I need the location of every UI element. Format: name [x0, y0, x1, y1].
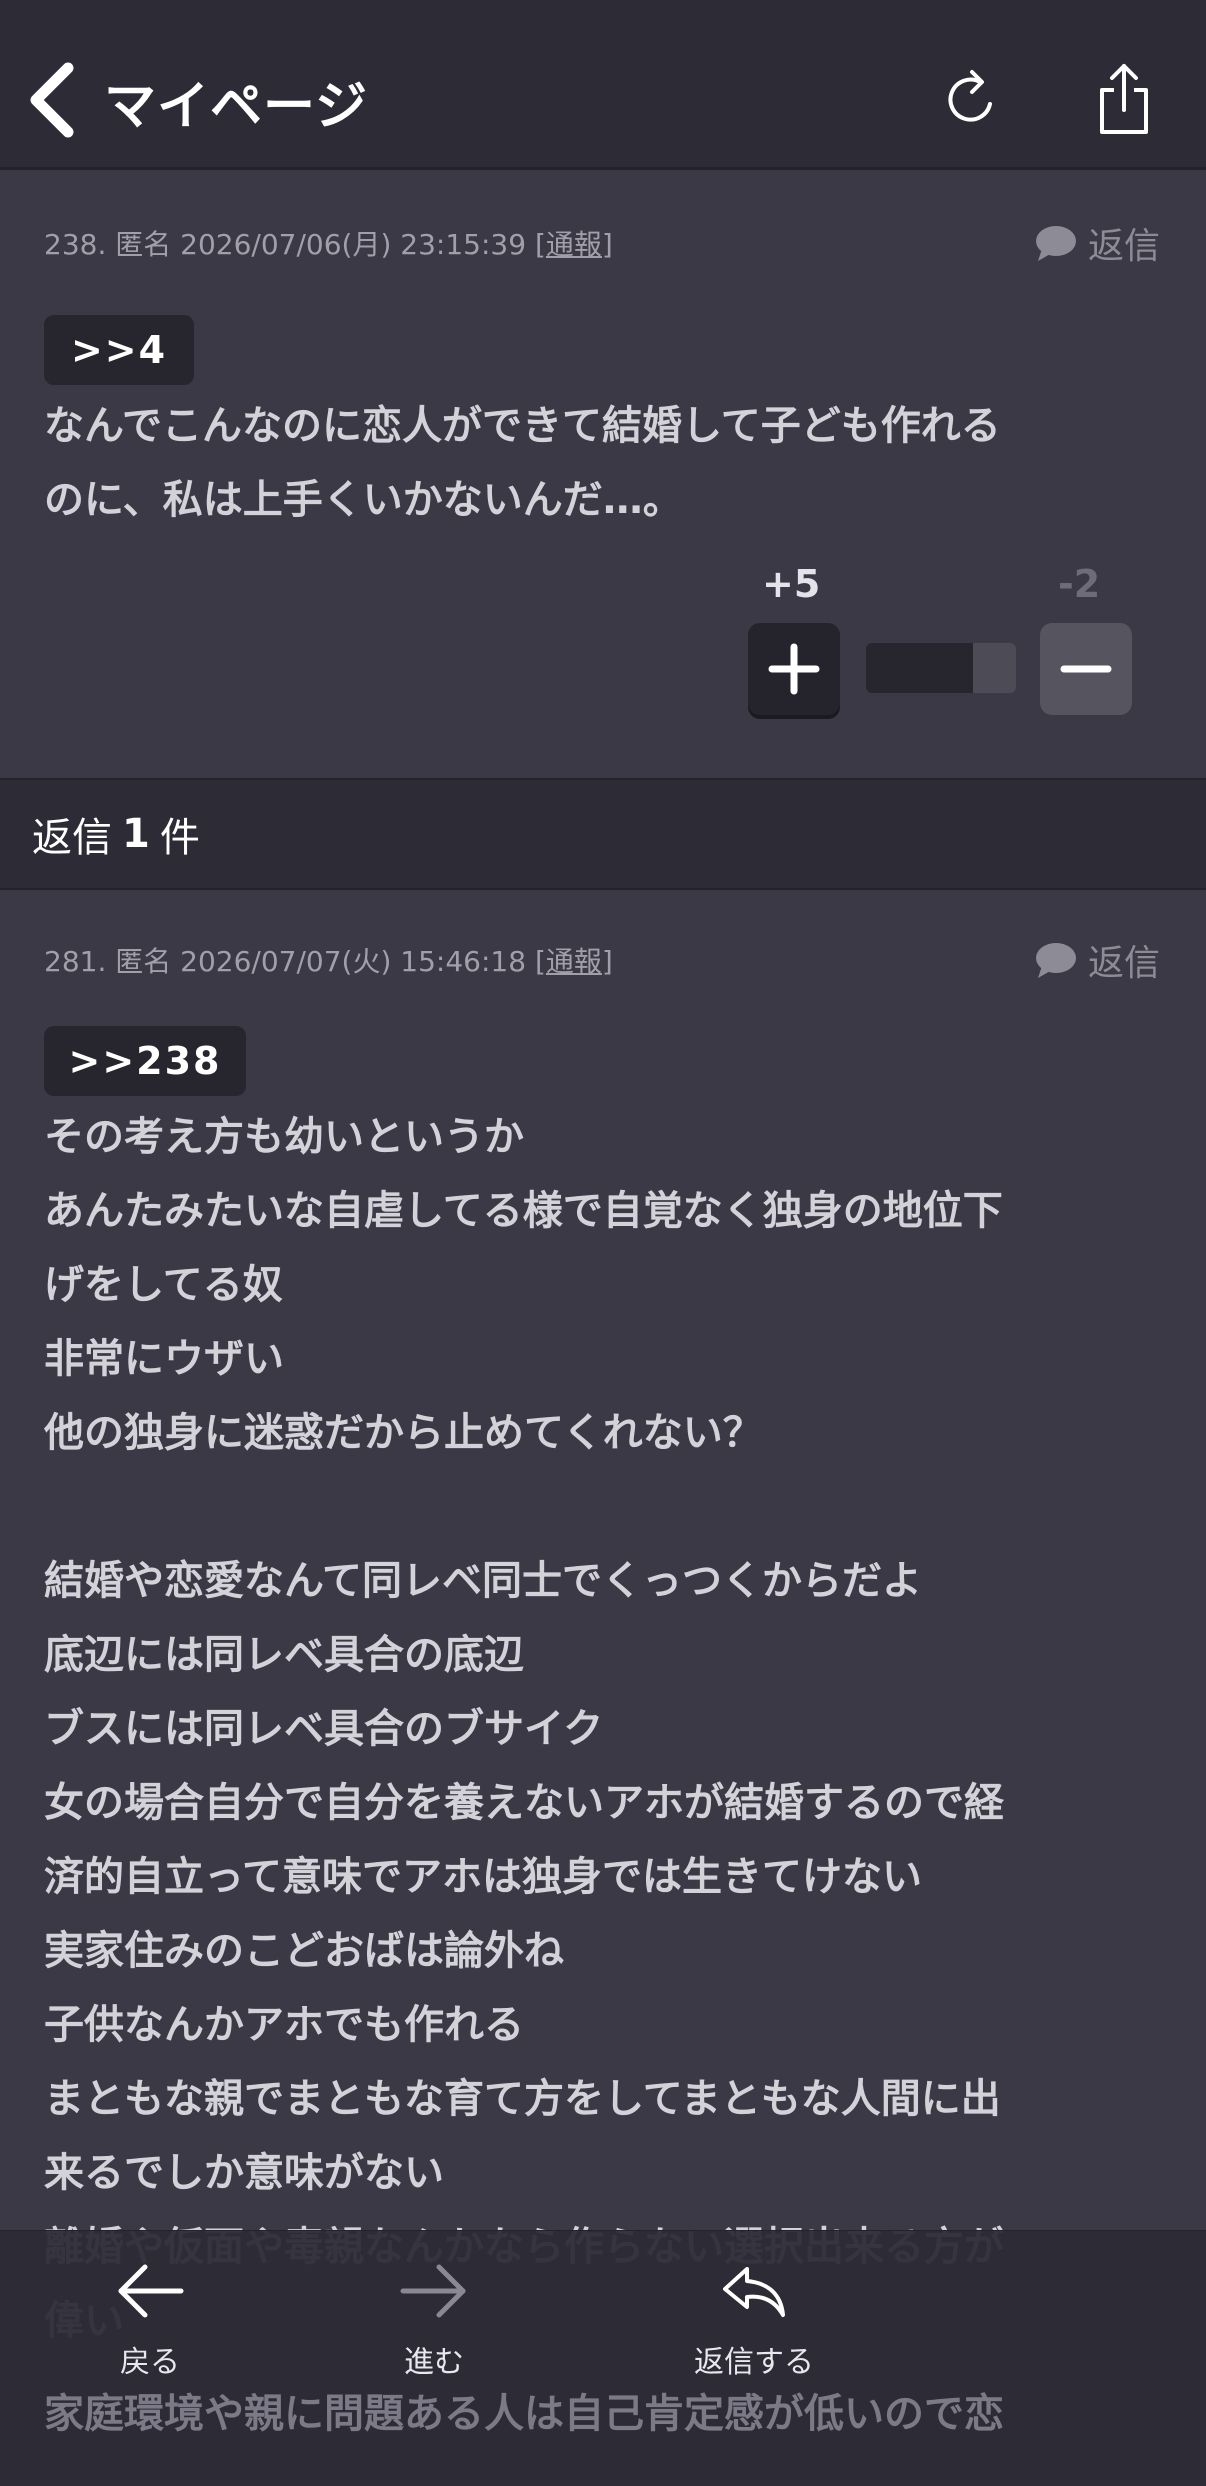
plus-vote-button[interactable]: [748, 623, 840, 715]
arrow-left-icon: [118, 2264, 184, 2318]
report-link-wrapper[interactable]: [通報]: [535, 945, 613, 978]
back-chevron-icon[interactable]: [24, 62, 84, 138]
minus-vote-count: -2: [1058, 562, 1101, 606]
nav-back-button[interactable]: 戻る: [50, 2261, 250, 2381]
post-datetime: 2026/07/07(火) 15:46:18: [180, 945, 527, 978]
bottom-toolbar: 戻る 進む 返信する 家庭環境や親に問題ある人は自己肯定感が低いので恋: [0, 2230, 1206, 2486]
reply-button[interactable]: 返信: [1034, 217, 1160, 269]
post-number: 281.: [44, 945, 107, 978]
vote-ratio-fill: [866, 643, 973, 693]
nav-back-label: 戻る: [120, 2345, 180, 2380]
scrolled-text-behind-toolbar: 家庭環境や親に問題ある人は自己肯定感が低いので恋: [44, 2391, 1004, 2437]
app-header: マイページ: [0, 0, 1206, 170]
post-238: 238. 匿名 2026/07/06(月) 23:15:39 [通報] 返信 >…: [0, 173, 1206, 777]
post-number: 238.: [44, 228, 107, 261]
plus-vote-count: +5: [762, 562, 821, 606]
nav-reply-button[interactable]: 返信する: [654, 2261, 854, 2381]
share-icon[interactable]: [1094, 62, 1154, 136]
post-body: なんでこんなのに恋人ができて結婚して子ども作れる のに、私は上手くいかないんだ……: [44, 403, 1001, 523]
minus-icon: [1060, 665, 1112, 673]
reply-label: 返信: [1087, 226, 1160, 267]
anchor-link[interactable]: >>4: [44, 315, 194, 385]
reply-arrow-icon: [723, 2267, 785, 2317]
reply-label: 返信: [1087, 943, 1160, 984]
reply-count-number: 1: [122, 811, 150, 857]
nav-forward-button[interactable]: 進む: [334, 2261, 534, 2381]
post-datetime: 2026/07/06(月) 23:15:39: [180, 228, 527, 261]
post-author: 匿名: [115, 945, 172, 978]
speech-bubble-icon: [1035, 226, 1076, 261]
report-link-wrapper[interactable]: [通報]: [535, 228, 613, 261]
nav-reply-label: 返信する: [694, 2345, 814, 2380]
report-link[interactable]: 通報: [546, 228, 602, 261]
post-meta: 238. 匿名 2026/07/06(月) 23:15:39 [通報]: [44, 223, 613, 263]
speech-bubble-icon: [1035, 943, 1076, 978]
reply-button[interactable]: 返信: [1034, 934, 1160, 986]
anchor-link[interactable]: >>238: [44, 1026, 246, 1096]
plus-icon: [768, 643, 820, 695]
reply-count-suffix: 件: [159, 815, 200, 861]
vote-ratio-bar: [866, 643, 1016, 693]
report-link[interactable]: 通報: [546, 945, 602, 978]
reload-icon[interactable]: [942, 66, 1002, 130]
minus-vote-button[interactable]: [1040, 623, 1132, 715]
reply-count-bar: 返信 1 件: [0, 778, 1206, 890]
post-body: その考え方も幼いというか あんたみたいな自虐してる様で自覚なく独身の地位下 げを…: [44, 1114, 1004, 2344]
arrow-right-icon: [400, 2264, 466, 2318]
post-author: 匿名: [115, 228, 172, 261]
post-meta: 281. 匿名 2026/07/07(火) 15:46:18 [通報]: [44, 940, 613, 980]
nav-forward-label: 進む: [404, 2345, 464, 2380]
reply-count-prefix: 返信: [32, 815, 112, 861]
page-title: マイページ: [104, 77, 368, 137]
